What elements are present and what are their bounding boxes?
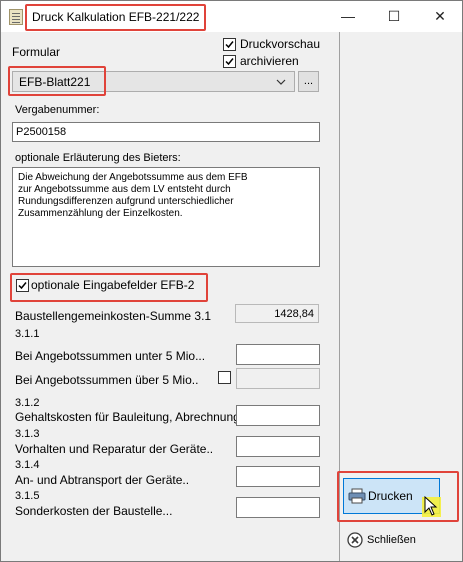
vergabenummer-value: P2500158: [16, 126, 67, 138]
erlaeuterung-textarea[interactable]: Die Abweichung der Angebotssumme aus dem…: [12, 167, 320, 267]
checkmark-icon: [225, 41, 234, 49]
vergabenummer-label: Vergabenummer:: [15, 104, 100, 116]
sonderkosten-input[interactable]: [236, 497, 320, 518]
section-3-1-5: 3.1.5: [15, 490, 40, 502]
title-bar[interactable]: Druck Kalkulation EFB-221/222 — ☐ ✕: [1, 1, 462, 32]
drucken-highlight: [337, 471, 459, 522]
section-3-1-2: 3.1.2: [15, 397, 40, 409]
print-dialog-window: Druck Kalkulation EFB-221/222 — ☐ ✕ Form…: [0, 0, 463, 562]
druckvorschau-checkbox[interactable]: [223, 38, 236, 51]
sonderkosten-label: Sonderkosten der Baustelle...: [15, 504, 173, 518]
archivieren-checkbox[interactable]: [223, 55, 236, 68]
section-3-1-1: 3.1.1: [15, 328, 40, 340]
ueber-5-mio-checkbox[interactable]: [218, 371, 231, 384]
maximize-button[interactable]: ☐: [371, 1, 417, 32]
gehaltskosten-input[interactable]: [236, 405, 320, 426]
baustellen-summe-value: 1428,84: [274, 308, 314, 320]
schliessen-button[interactable]: Schließen: [343, 525, 440, 553]
chevron-down-icon: [276, 79, 286, 85]
schliessen-label: Schließen: [367, 534, 416, 546]
vergabenummer-input[interactable]: P2500158: [12, 122, 320, 142]
erlaeuterung-label: optionale Erläuterung des Bieters:: [15, 152, 181, 164]
baustellen-label: Baustellengemeinkosten-Summe 3.1: [15, 309, 212, 323]
an-abtransport-label: An- und Abtransport der Geräte..: [15, 473, 190, 487]
section-3-1-3: 3.1.3: [15, 428, 40, 440]
archivieren-label: archivieren: [240, 54, 299, 68]
gehaltskosten-label: Gehaltskosten für Bauleitung, Abrechnung…: [15, 410, 250, 424]
close-circle-icon: [347, 532, 363, 548]
unter-5-mio-label: Bei Angebotssummen unter 5 Mio...: [15, 349, 206, 363]
ueber-5-mio-label: Bei Angebotssummen über 5 Mio..: [15, 373, 199, 387]
minimize-button[interactable]: —: [325, 1, 371, 32]
an-abtransport-input[interactable]: [236, 466, 320, 487]
druckvorschau-label: Druckvorschau: [240, 37, 321, 51]
baustellen-summe-field: 1428,84: [235, 304, 319, 323]
title-highlight: [25, 4, 206, 31]
optionale-highlight: [10, 273, 208, 302]
close-window-button[interactable]: ✕: [417, 1, 463, 32]
section-3-1-4: 3.1.4: [15, 459, 40, 471]
form-icon: [9, 9, 23, 25]
formular-highlight: [8, 66, 106, 96]
unter-5-mio-input[interactable]: [236, 344, 320, 365]
browse-button[interactable]: ...: [298, 71, 319, 92]
ueber-5-mio-input: [236, 368, 320, 389]
formular-label: Formular: [12, 45, 61, 59]
checkmark-icon: [225, 58, 234, 66]
vorhalten-input[interactable]: [236, 436, 320, 457]
erlaeuterung-text: Die Abweichung der Angebotssumme aus dem…: [18, 172, 248, 219]
vorhalten-label: Vorhalten und Reparatur der Geräte..: [15, 442, 214, 456]
